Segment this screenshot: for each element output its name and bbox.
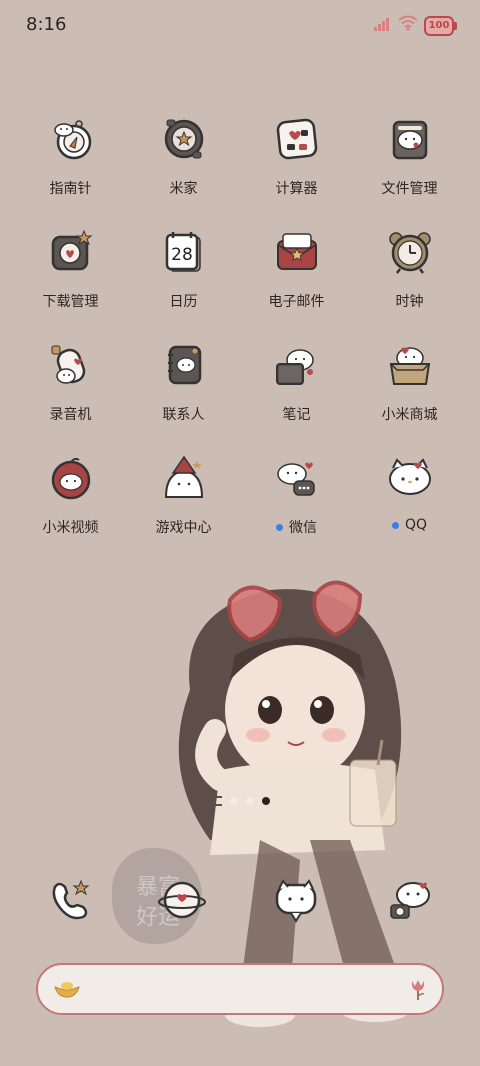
mi-video-icon — [42, 449, 100, 507]
mi-store-icon — [381, 336, 439, 394]
app-grid: 指南针 米家 计算器 文件管理 下载管理 28 日历 电子邮件 时钟 录音机 联… — [14, 108, 466, 560]
new-indicator-dot — [391, 521, 399, 529]
app-recorder[interactable]: 录音机 — [14, 334, 127, 447]
contacts-icon — [155, 336, 213, 394]
app-label-row: QQ — [391, 517, 428, 533]
app-mi-store[interactable]: 小米商城 — [353, 334, 466, 447]
dock — [0, 860, 480, 940]
app-label: 文件管理 — [381, 181, 438, 197]
calculator-icon — [268, 110, 326, 168]
search-bar[interactable] — [36, 963, 444, 1015]
app-label: 小米商城 — [381, 407, 438, 423]
wechat-icon — [268, 449, 326, 507]
app-contacts[interactable]: 联系人 — [127, 334, 240, 447]
notes-icon — [268, 336, 326, 394]
app-download-manager[interactable]: 下载管理 — [14, 221, 127, 334]
signal-icon — [374, 18, 389, 31]
calendar-date: 28 — [171, 245, 193, 265]
status-bar: 8:16 100 — [0, 0, 480, 50]
app-label: 笔记 — [282, 407, 311, 423]
messages-icon — [275, 879, 317, 923]
app-email[interactable]: 电子邮件 — [240, 221, 353, 334]
app-label: QQ — [404, 517, 428, 533]
new-indicator-dot — [276, 523, 283, 531]
app-file-manager[interactable]: 文件管理 — [353, 108, 466, 221]
app-label: 下载管理 — [42, 294, 99, 310]
app-label: 游戏中心 — [155, 520, 212, 536]
app-game-center[interactable]: 游戏中心 — [127, 447, 240, 560]
tulip-icon[interactable] — [408, 977, 428, 1001]
page-dot — [230, 797, 238, 805]
app-label: 微信 — [289, 520, 317, 536]
app-label: 联系人 — [162, 407, 205, 423]
phone-icon — [52, 879, 90, 920]
app-label: 计算器 — [275, 181, 318, 197]
app-wechat[interactable]: 微信 — [240, 447, 353, 560]
clock-icon — [381, 223, 439, 281]
status-time: 8:16 — [26, 14, 67, 35]
browser-icon — [158, 881, 206, 919]
file-manager-icon — [381, 110, 439, 168]
game-center-icon — [155, 449, 213, 507]
battery-indicator: 100 — [424, 16, 457, 36]
camera-icon — [390, 882, 430, 919]
page-dot-active — [262, 797, 270, 805]
app-label: 日历 — [169, 294, 198, 310]
app-label: 时钟 — [395, 294, 424, 310]
app-calculator[interactable]: 计算器 — [240, 108, 353, 221]
dock-camera[interactable] — [380, 870, 440, 930]
app-label: 电子邮件 — [268, 294, 325, 310]
app-mijia[interactable]: 米家 — [127, 108, 240, 221]
page-indicator[interactable] — [214, 796, 270, 806]
calendar-icon: 28 — [155, 223, 213, 281]
dock-phone[interactable] — [40, 870, 100, 930]
compass-icon — [42, 110, 100, 168]
app-compass[interactable]: 指南针 — [14, 108, 127, 221]
app-drawer-indicator — [214, 796, 222, 806]
recorder-icon — [42, 336, 100, 394]
app-clock[interactable]: 时钟 — [353, 221, 466, 334]
app-label: 小米视频 — [42, 520, 99, 536]
wifi-icon — [398, 15, 418, 31]
app-label: 米家 — [169, 181, 198, 197]
email-icon — [268, 223, 326, 281]
app-notes[interactable]: 笔记 — [240, 334, 353, 447]
app-label-row: 微信 — [276, 517, 317, 537]
app-label: 录音机 — [49, 407, 92, 423]
qq-icon — [381, 449, 439, 507]
app-calendar[interactable]: 28 日历 — [127, 221, 240, 334]
dock-browser[interactable] — [152, 870, 212, 930]
download-icon — [42, 223, 100, 281]
gold-ingot-icon — [54, 982, 80, 998]
app-qq[interactable]: QQ — [353, 447, 466, 560]
mijia-icon — [155, 110, 213, 168]
app-label: 指南针 — [49, 181, 92, 197]
app-mi-video[interactable]: 小米视频 — [14, 447, 127, 560]
page-dot — [246, 797, 254, 805]
dock-messages[interactable] — [266, 870, 326, 930]
